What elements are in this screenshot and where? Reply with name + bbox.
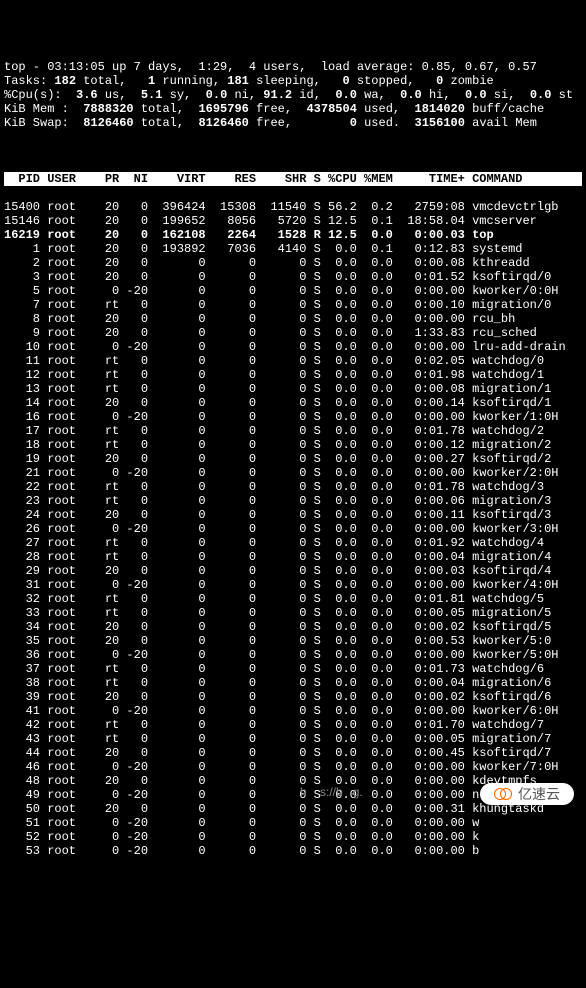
process-row[interactable]: 38 root rt 0 0 0 0 S 0.0 0.0 0:00.04 mig… [4,676,582,690]
process-row[interactable]: 31 root 0 -20 0 0 0 S 0.0 0.0 0:00.00 kw… [4,578,582,592]
url-watermark: h s://b g. [300,785,363,799]
process-row[interactable]: 16219 root 20 0 162108 2264 1528 R 12.5 … [4,228,582,242]
process-row[interactable]: 11 root rt 0 0 0 0 S 0.0 0.0 0:02.05 wat… [4,354,582,368]
process-row[interactable]: 2 root 20 0 0 0 0 S 0.0 0.0 0:00.08 kthr… [4,256,582,270]
process-row[interactable]: 12 root rt 0 0 0 0 S 0.0 0.0 0:01.98 wat… [4,368,582,382]
process-row[interactable]: 51 root 0 -20 0 0 0 S 0.0 0.0 0:00.00 w [4,816,582,830]
top-summary: top - 03:13:05 up 7 days, 1:29, 4 users,… [4,60,582,130]
process-row[interactable]: 28 root rt 0 0 0 0 S 0.0 0.0 0:00.04 mig… [4,550,582,564]
process-row[interactable]: 5 root 0 -20 0 0 0 S 0.0 0.0 0:00.00 kwo… [4,284,582,298]
process-row[interactable]: 17 root rt 0 0 0 0 S 0.0 0.0 0:01.78 wat… [4,424,582,438]
process-row[interactable]: 15146 root 20 0 199652 8056 5720 S 12.5 … [4,214,582,228]
process-row[interactable]: 35 root 20 0 0 0 0 S 0.0 0.0 0:00.53 kwo… [4,634,582,648]
process-row[interactable]: 21 root 0 -20 0 0 0 S 0.0 0.0 0:00.00 kw… [4,466,582,480]
process-row[interactable]: 3 root 20 0 0 0 0 S 0.0 0.0 0:01.52 ksof… [4,270,582,284]
process-row[interactable]: 10 root 0 -20 0 0 0 S 0.0 0.0 0:00.00 lr… [4,340,582,354]
process-row[interactable]: 32 root rt 0 0 0 0 S 0.0 0.0 0:01.81 wat… [4,592,582,606]
process-row[interactable]: 22 root rt 0 0 0 0 S 0.0 0.0 0:01.78 wat… [4,480,582,494]
process-row[interactable]: 24 root 20 0 0 0 0 S 0.0 0.0 0:00.11 kso… [4,508,582,522]
process-row[interactable]: 52 root 0 -20 0 0 0 S 0.0 0.0 0:00.00 k [4,830,582,844]
process-row[interactable]: 41 root 0 -20 0 0 0 S 0.0 0.0 0:00.00 kw… [4,704,582,718]
process-row[interactable]: 43 root rt 0 0 0 0 S 0.0 0.0 0:00.05 mig… [4,732,582,746]
process-row[interactable]: 9 root 20 0 0 0 0 S 0.0 0.0 1:33.83 rcu_… [4,326,582,340]
process-row[interactable]: 7 root rt 0 0 0 0 S 0.0 0.0 0:00.10 migr… [4,298,582,312]
process-row[interactable]: 27 root rt 0 0 0 0 S 0.0 0.0 0:01.92 wat… [4,536,582,550]
brand-watermark: 亿速云 [480,783,574,805]
process-row[interactable]: 23 root rt 0 0 0 0 S 0.0 0.0 0:00.06 mig… [4,494,582,508]
process-row[interactable]: 42 root rt 0 0 0 0 S 0.0 0.0 0:01.70 wat… [4,718,582,732]
process-row[interactable]: 34 root 20 0 0 0 0 S 0.0 0.0 0:00.02 kso… [4,620,582,634]
process-row[interactable]: 33 root rt 0 0 0 0 S 0.0 0.0 0:00.05 mig… [4,606,582,620]
process-row[interactable]: 26 root 0 -20 0 0 0 S 0.0 0.0 0:00.00 kw… [4,522,582,536]
process-row[interactable]: 13 root rt 0 0 0 0 S 0.0 0.0 0:00.08 mig… [4,382,582,396]
process-row[interactable]: 18 root rt 0 0 0 0 S 0.0 0.0 0:00.12 mig… [4,438,582,452]
process-row[interactable]: 44 root 20 0 0 0 0 S 0.0 0.0 0:00.45 kso… [4,746,582,760]
process-row[interactable]: 46 root 0 -20 0 0 0 S 0.0 0.0 0:00.00 kw… [4,760,582,774]
process-row[interactable]: 15400 root 20 0 396424 15308 11540 S 56.… [4,200,582,214]
process-table-header[interactable]: PID USER PR NI VIRT RES SHR S %CPU %MEM … [4,172,582,186]
process-table: 15400 root 20 0 396424 15308 11540 S 56.… [4,200,582,858]
process-row[interactable]: 8 root 20 0 0 0 0 S 0.0 0.0 0:00.00 rcu_… [4,312,582,326]
process-row[interactable]: 39 root 20 0 0 0 0 S 0.0 0.0 0:00.02 kso… [4,690,582,704]
process-row[interactable]: 37 root rt 0 0 0 0 S 0.0 0.0 0:01.73 wat… [4,662,582,676]
process-row[interactable]: 36 root 0 -20 0 0 0 S 0.0 0.0 0:00.00 kw… [4,648,582,662]
cloud-icon [494,788,512,800]
process-row[interactable]: 53 root 0 -20 0 0 0 S 0.0 0.0 0:00.00 b [4,844,582,858]
process-row[interactable]: 14 root 20 0 0 0 0 S 0.0 0.0 0:00.14 kso… [4,396,582,410]
process-row[interactable]: 19 root 20 0 0 0 0 S 0.0 0.0 0:00.27 kso… [4,452,582,466]
process-row[interactable]: 29 root 20 0 0 0 0 S 0.0 0.0 0:00.03 kso… [4,564,582,578]
process-row[interactable]: 16 root 0 -20 0 0 0 S 0.0 0.0 0:00.00 kw… [4,410,582,424]
process-row[interactable]: 1 root 20 0 193892 7036 4140 S 0.0 0.1 0… [4,242,582,256]
watermark-text: 亿速云 [518,787,560,801]
